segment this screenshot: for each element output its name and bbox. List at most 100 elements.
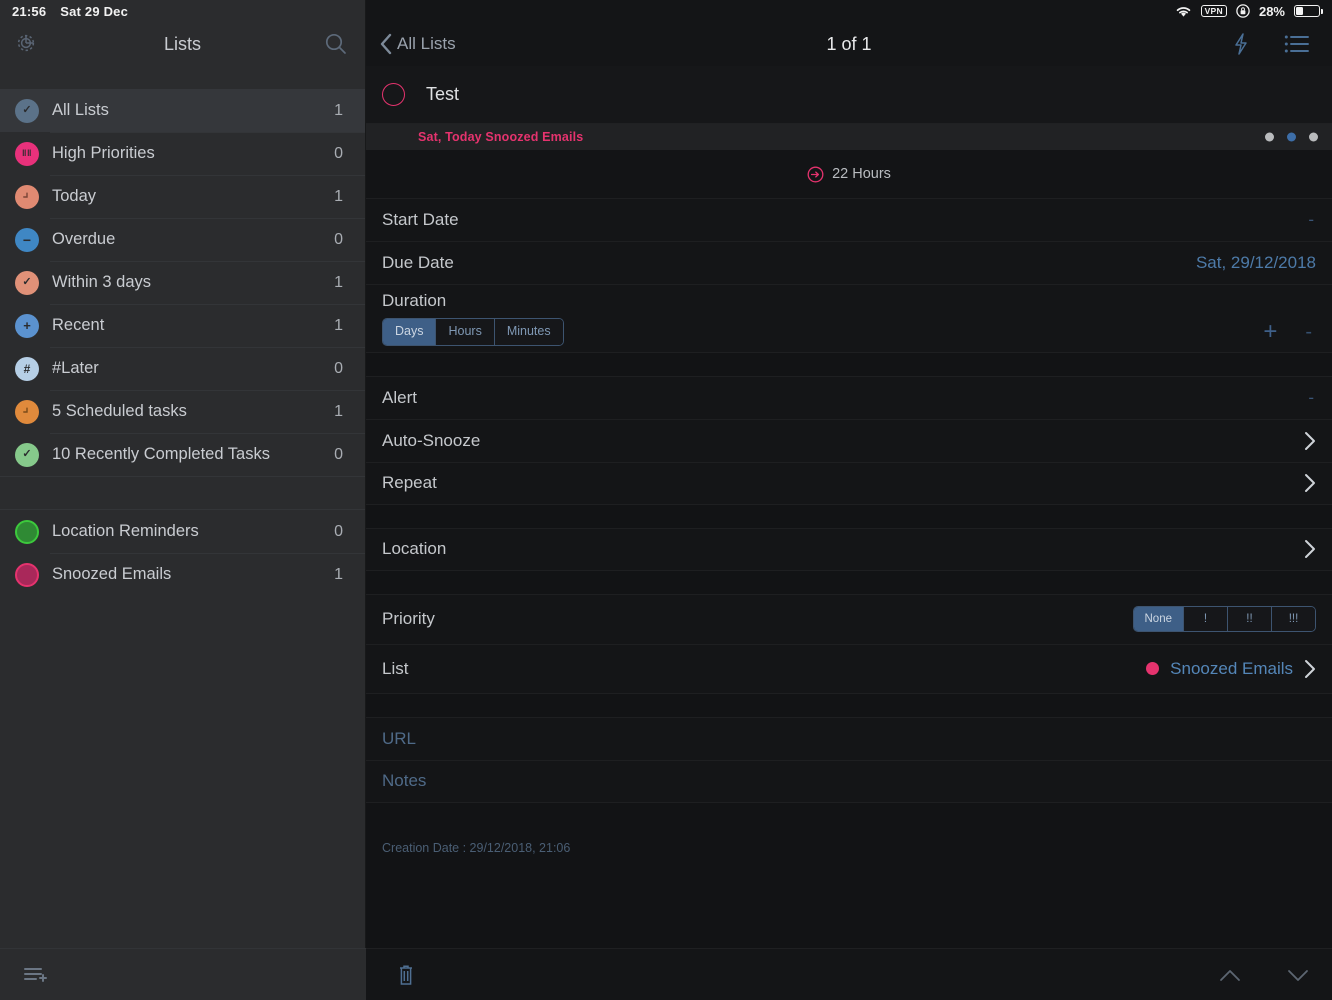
page-dot[interactable]	[1265, 132, 1274, 142]
check-circle-icon: ✓	[15, 98, 39, 123]
sidebar-item-recent[interactable]: + Recent 1	[0, 304, 365, 347]
notes-row[interactable]: Notes	[366, 759, 1332, 803]
sidebar-item-label: Location Reminders	[52, 522, 199, 540]
task-meta-row: Sat, Today Snoozed Emails	[366, 124, 1332, 150]
sidebar-item-count: 1	[334, 101, 343, 119]
page-dot-active[interactable]	[1287, 132, 1296, 142]
chevron-right-icon	[1304, 659, 1316, 679]
plus-circle-icon: +	[15, 313, 39, 338]
list-label: List	[382, 658, 409, 678]
task-circle-unchecked-icon[interactable]	[382, 83, 405, 106]
url-row[interactable]: URL	[366, 716, 1332, 760]
detail-pane: All Lists 1 of 1 Test Sat, Today Snoozed…	[366, 0, 1332, 1000]
sidebar-item-snoozed-emails[interactable]: Snoozed Emails 1	[0, 553, 365, 596]
sidebar-footer	[0, 948, 366, 1000]
chevron-down-icon[interactable]	[1286, 967, 1310, 983]
check-circle-icon: ✓	[15, 442, 39, 467]
auto-snooze-row[interactable]: Auto-Snooze	[366, 418, 1332, 462]
duration-label: Duration	[382, 291, 447, 310]
trash-icon[interactable]	[396, 963, 416, 987]
priority-segment-medium[interactable]: !!	[1227, 606, 1271, 632]
duration-controls: Days Hours Minutes + -	[382, 318, 1316, 346]
notes-section: URL Notes	[366, 716, 1332, 803]
search-icon[interactable]	[323, 31, 349, 57]
sidebar-item-label: 5 Scheduled tasks	[52, 402, 187, 420]
auto-snooze-label: Auto-Snooze	[382, 430, 481, 450]
duration-unit-segmented-control[interactable]: Days Hours Minutes	[382, 318, 564, 346]
priority-segment-none[interactable]: None	[1133, 606, 1183, 632]
notes-field[interactable]: Notes	[382, 771, 426, 791]
duration-increment-button[interactable]: +	[1263, 319, 1277, 344]
alert-row[interactable]: Alert -	[366, 375, 1332, 419]
location-row[interactable]: Location	[366, 527, 1332, 571]
chevron-up-icon[interactable]	[1218, 967, 1242, 983]
sidebar-item-later[interactable]: # #Later 0	[0, 347, 365, 390]
detail-footer	[366, 948, 1332, 1000]
sidebar-item-count: 0	[334, 230, 343, 248]
sidebar-title: Lists	[163, 33, 201, 54]
sidebar-item-count: 1	[334, 273, 343, 291]
snooze-duration-text: 22 Hours	[832, 166, 891, 182]
sidebar-item-high-priorities[interactable]: ‖‖ High Priorities 0	[0, 132, 365, 175]
page-dot[interactable]	[1309, 132, 1318, 142]
sidebar-item-label: All Lists	[52, 101, 109, 119]
sidebar-item-overdue[interactable]: − Overdue 0	[0, 218, 365, 261]
sidebar-item-label: Snoozed Emails	[52, 565, 172, 583]
priority-segmented-control[interactable]: None ! !! !!!	[1132, 605, 1316, 633]
sidebar-item-recently-completed[interactable]: ✓ 10 Recently Completed Tasks 0	[0, 433, 365, 476]
sidebar-item-all-lists[interactable]: ✓ All Lists 1	[0, 89, 365, 132]
sidebar-item-count: 1	[334, 402, 343, 420]
page-dots[interactable]	[1265, 132, 1318, 142]
gear-icon[interactable]	[14, 31, 38, 55]
sidebar-item-label: Within 3 days	[52, 273, 152, 291]
repeat-label: Repeat	[382, 473, 437, 493]
sidebar-item-within-3-days[interactable]: ✓ Within 3 days 1	[0, 261, 365, 304]
back-button[interactable]: All Lists	[366, 32, 456, 56]
chevron-right-icon	[1304, 431, 1316, 451]
sidebar-item-count: 1	[334, 187, 343, 205]
list-value-group: Snoozed Emails	[1146, 659, 1316, 679]
sidebar-section-divider	[0, 476, 365, 510]
start-date-row[interactable]: Start Date -	[366, 198, 1332, 241]
duration-segment-days[interactable]: Days	[383, 319, 436, 345]
section-gap-4	[366, 693, 1332, 717]
sidebar-item-location-reminders[interactable]: Location Reminders 0	[0, 510, 365, 553]
priority-segment-low[interactable]: !	[1183, 606, 1227, 632]
priority-segment-high[interactable]: !!!	[1271, 606, 1315, 632]
section-gap-3	[366, 570, 1332, 594]
due-date-row[interactable]: Due Date Sat, 29/12/2018	[366, 241, 1332, 284]
dates-section: Start Date - Due Date Sat, 29/12/2018 Du…	[366, 198, 1332, 353]
creation-date: Creation Date : 29/12/2018, 21:06	[366, 802, 1332, 855]
check-circle-icon: ✓	[15, 270, 39, 295]
task-header-row[interactable]: Test	[366, 66, 1332, 124]
priority-row: Priority None ! !! !!!	[366, 593, 1332, 644]
list-view-icon[interactable]	[1284, 34, 1310, 54]
list-color-ring-icon	[15, 562, 39, 587]
url-field[interactable]: URL	[382, 729, 416, 749]
sidebar-top-gap	[0, 66, 365, 89]
duration-row: Duration Days Hours Minutes + -	[366, 284, 1332, 353]
sidebar-item-label: 10 Recently Completed Tasks	[52, 445, 270, 463]
start-date-label: Start Date	[382, 210, 459, 229]
alert-section: Alert - Auto-Snooze Repeat	[366, 375, 1332, 505]
sidebar-user-lists: Location Reminders 0 Snoozed Emails 1	[0, 510, 365, 596]
sidebar-item-count: 1	[334, 565, 343, 583]
duration-segment-minutes[interactable]: Minutes	[493, 319, 563, 345]
sidebar-item-today[interactable]: Today 1	[0, 175, 365, 218]
sidebar-item-scheduled-tasks[interactable]: 5 Scheduled tasks 1	[0, 390, 365, 433]
sidebar-item-label: High Priorities	[52, 144, 155, 162]
sidebar-header: Lists	[0, 0, 365, 66]
sidebar-item-count: 0	[334, 522, 343, 540]
duration-decrement-button[interactable]: -	[1305, 322, 1312, 342]
clock-circle-icon	[15, 399, 39, 424]
add-list-icon[interactable]	[22, 964, 48, 986]
clock-circle-icon	[15, 184, 39, 209]
location-section: Location	[366, 527, 1332, 571]
page-title: 1 of 1	[826, 33, 872, 54]
duration-segment-hours[interactable]: Hours	[435, 319, 494, 345]
sidebar-item-label: Recent	[52, 316, 105, 334]
lightning-bolt-icon[interactable]	[1232, 32, 1250, 56]
list-row[interactable]: List Snoozed Emails	[366, 643, 1332, 694]
repeat-row[interactable]: Repeat	[366, 461, 1332, 505]
hashtag-circle-icon: #	[15, 356, 39, 381]
